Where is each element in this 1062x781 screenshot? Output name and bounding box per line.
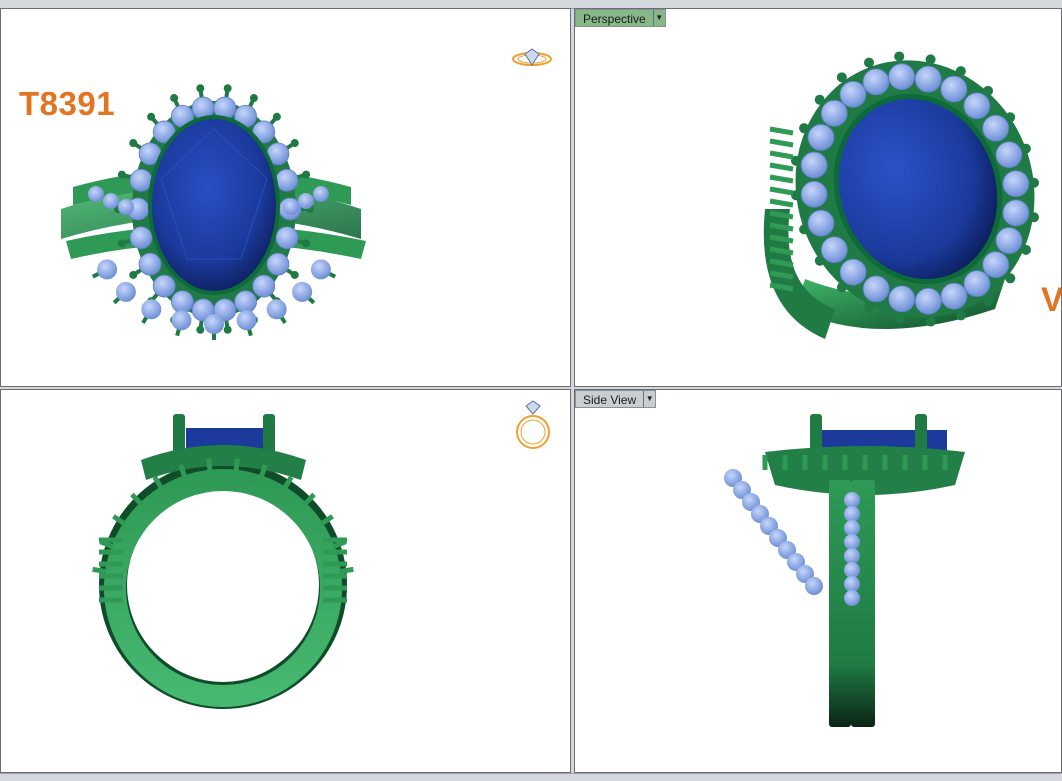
viewport-tab-perspective[interactable]: Perspective ▼ [575,9,666,27]
ring-top-render [61,84,366,340]
viewport-perspective[interactable]: Perspective ▼ V [574,8,1062,387]
ring-side-render [724,414,965,727]
viewport-tab-label: Side View [583,393,637,407]
chevron-down-icon[interactable]: ▼ [643,391,655,407]
chevron-down-icon[interactable]: ▼ [652,10,665,26]
viewport-tab-label: Perspective [583,12,646,26]
viewport-front[interactable] [0,389,571,773]
ring-perspective-render [763,51,1040,339]
model-number-label: T8391 [19,85,116,122]
ring-front-icon[interactable] [513,400,553,452]
ring-top-icon[interactable] [511,47,553,69]
ring-front-render [92,414,354,709]
model-number-label-partial: V [1041,281,1062,319]
viewport-side[interactable]: Side View ▼ [574,389,1062,773]
viewport-top[interactable]: T8391 [0,8,571,387]
viewport-tab-side-view[interactable]: Side View ▼ [575,390,657,408]
